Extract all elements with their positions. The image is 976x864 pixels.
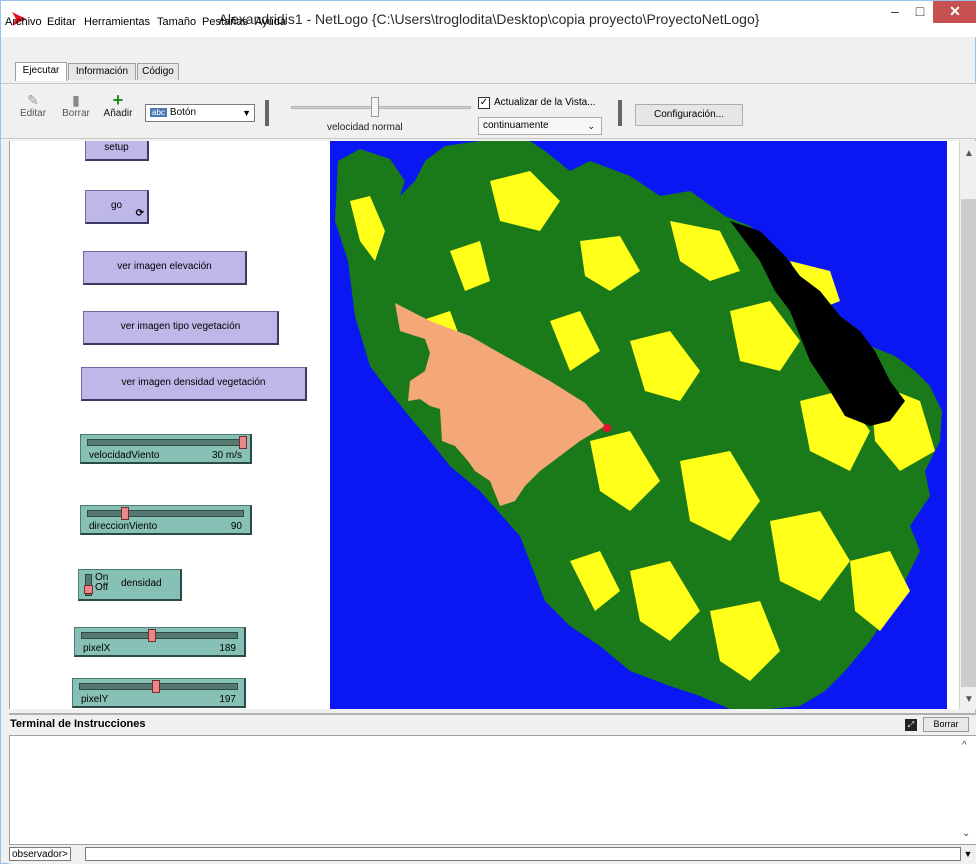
command-center: Terminal de Instrucciones ⤢ Borrar ^ ⌄ o… xyxy=(9,713,976,864)
interface-scrollbar[interactable]: ▲ ▼ xyxy=(959,141,976,709)
tab-ejecutar[interactable]: Ejecutar xyxy=(15,62,67,81)
menu-pestanas[interactable]: Pestañas xyxy=(202,16,248,28)
edit-button-label: Editar xyxy=(19,108,47,119)
slider-label: pixelX xyxy=(83,643,111,654)
menu-tamano[interactable]: Tamaño xyxy=(157,16,196,28)
speed-slider-thumb[interactable] xyxy=(371,97,379,117)
wind-direction-slider[interactable]: direccionViento 90 xyxy=(80,505,252,535)
scrollbar-thumb[interactable] xyxy=(961,199,976,687)
slider-thumb[interactable] xyxy=(239,436,247,449)
slider-label: pixelY xyxy=(81,694,109,705)
switch-off-label: Off xyxy=(95,582,109,593)
expand-icon[interactable]: ⤢ xyxy=(905,719,917,731)
go-button[interactable]: go ⟳ xyxy=(85,190,149,224)
switch-label: densidad xyxy=(121,578,162,589)
menu-herramientas[interactable]: Herramientas xyxy=(84,16,150,28)
plus-icon: + xyxy=(112,90,124,110)
edit-button[interactable]: ✎ Editar xyxy=(19,92,47,119)
observer-prompt[interactable]: observador> xyxy=(9,847,71,861)
slider-thumb[interactable] xyxy=(121,507,129,520)
view-elevation-button[interactable]: ver imagen elevación xyxy=(83,251,247,285)
slider-value: 189 xyxy=(219,643,236,654)
settings-button[interactable]: Configuración... xyxy=(635,104,743,126)
widget-type-value: Botón xyxy=(169,107,197,118)
chevron-down-icon: ⌄ xyxy=(587,121,595,131)
chevron-down-icon[interactable]: ▼ xyxy=(961,847,975,861)
toolbar-divider xyxy=(618,100,622,126)
scroll-up-icon[interactable]: ▲ xyxy=(960,147,976,161)
slider-track xyxy=(87,439,244,446)
maximize-button[interactable]: □ xyxy=(907,1,933,23)
chevron-down-icon: ▼ xyxy=(242,108,251,118)
fire-map-image xyxy=(330,141,947,709)
forever-icon: ⟳ xyxy=(135,208,144,219)
switch-thumb[interactable] xyxy=(84,585,93,594)
slider-thumb[interactable] xyxy=(152,680,160,693)
command-input[interactable] xyxy=(85,847,961,861)
delete-button-label: Borrar xyxy=(62,108,90,119)
slider-label: direccionViento xyxy=(89,521,158,532)
clear-button[interactable]: Borrar xyxy=(923,717,969,732)
minimize-button[interactable]: – xyxy=(883,1,907,23)
slider-track xyxy=(87,510,244,517)
go-button-label: go xyxy=(110,200,123,211)
menu-editar[interactable]: Editar xyxy=(47,16,76,28)
add-button[interactable]: + Añadir xyxy=(101,90,135,119)
widget-type-select[interactable]: abc Botón ▼ xyxy=(145,104,255,122)
slider-label: velocidadViento xyxy=(89,450,160,461)
update-view-label: Actualizar de la Vista... xyxy=(494,97,596,108)
close-button[interactable]: ✕ xyxy=(933,1,976,23)
tab-bar: Ejecutar Información Código xyxy=(1,33,976,83)
slider-track xyxy=(81,632,238,639)
speed-slider-track[interactable] xyxy=(291,106,471,109)
view-vegetation-density-button[interactable]: ver imagen densidad vegetación xyxy=(81,367,307,401)
speed-label: velocidad normal xyxy=(327,122,403,133)
update-view-checkbox[interactable]: ✓ xyxy=(478,97,490,109)
update-mode-value: continuamente xyxy=(483,120,549,131)
update-mode-select[interactable]: continuamente ⌄ xyxy=(478,117,602,135)
slider-value: 197 xyxy=(219,694,236,705)
scroll-up-icon[interactable]: ^ xyxy=(962,740,967,751)
slider-value: 30 m/s xyxy=(211,450,242,461)
world-view[interactable] xyxy=(330,141,947,709)
wind-speed-slider[interactable]: velocidadViento 30 m/s xyxy=(80,434,252,464)
slider-thumb[interactable] xyxy=(148,629,156,642)
menu-archivo[interactable]: Archivo xyxy=(5,16,42,28)
interface-divider xyxy=(9,141,10,709)
pencil-icon: ✎ xyxy=(27,92,39,108)
toolbar-divider xyxy=(265,100,269,126)
pixel-x-slider[interactable]: pixelX 189 xyxy=(74,627,246,657)
command-output: ^ ⌄ xyxy=(9,735,976,845)
interface-toolbar: ✎ Editar ▮ Borrar + Añadir abc Botón ▼ ve… xyxy=(1,83,976,139)
add-button-label: Añadir xyxy=(103,108,133,119)
delete-button[interactable]: ▮ Borrar xyxy=(59,92,93,119)
scroll-down-icon[interactable]: ▼ xyxy=(960,693,976,707)
command-center-title: Terminal de Instrucciones xyxy=(10,718,146,730)
abc-icon: abc xyxy=(150,108,167,117)
tab-informacion[interactable]: Información xyxy=(68,63,136,80)
pixel-y-slider[interactable]: pixelY 197 xyxy=(72,678,246,708)
netlogo-window: Alexandridis1 - NetLogo {C:\Users\troglo… xyxy=(0,0,976,864)
tab-codigo[interactable]: Código xyxy=(137,63,179,80)
fire-front-marker xyxy=(603,424,611,432)
setup-button[interactable]: setup xyxy=(85,141,149,161)
view-vegetation-type-button[interactable]: ver imagen tipo vegetación xyxy=(83,311,279,345)
density-switch[interactable]: On Off densidad xyxy=(78,569,182,601)
scroll-down-icon[interactable]: ⌄ xyxy=(962,828,970,839)
menu-ayuda[interactable]: Ayuda xyxy=(255,16,286,28)
slider-value: 90 xyxy=(230,521,242,532)
trash-icon: ▮ xyxy=(72,92,80,108)
